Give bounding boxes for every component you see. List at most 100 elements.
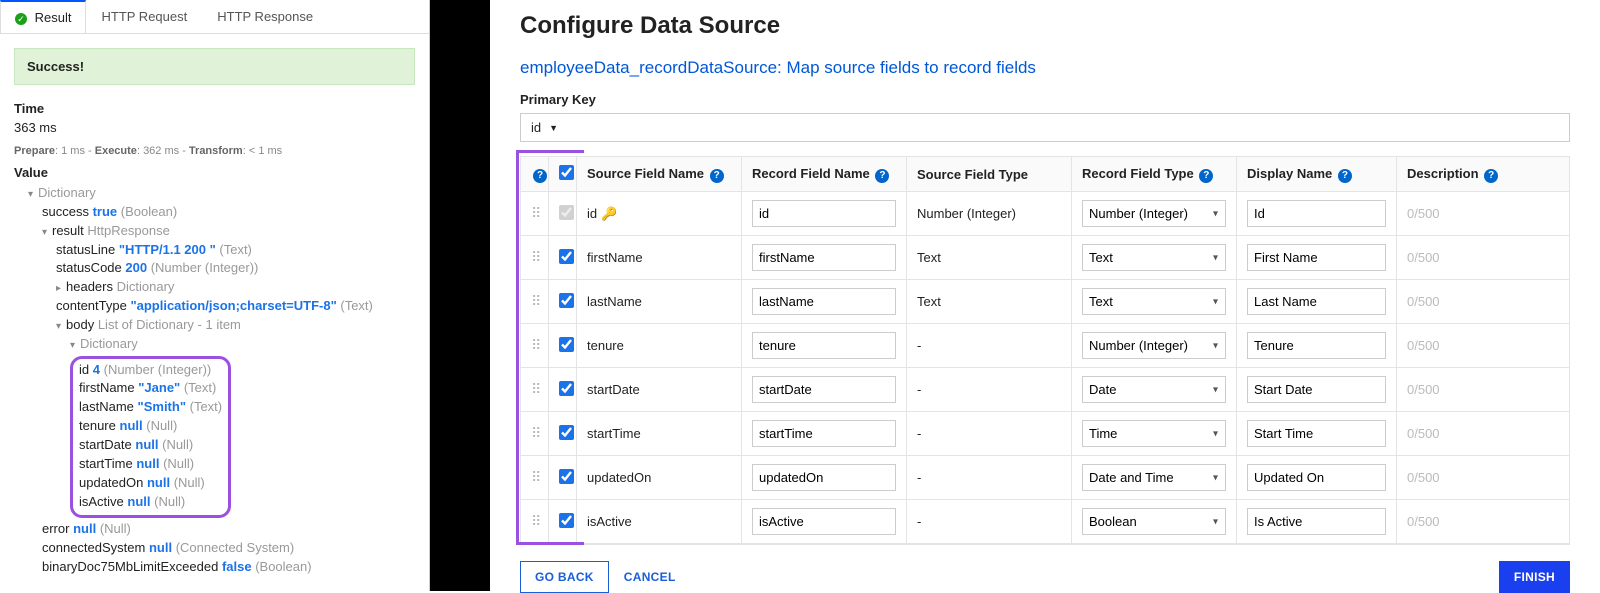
table-row: ⠿lastNameTextText0/500 — [521, 280, 1570, 324]
source-field-name: startDate — [577, 368, 742, 412]
description-hint: 0/500 — [1397, 368, 1570, 412]
display-name-input[interactable] — [1247, 244, 1386, 271]
source-field-type: - — [907, 324, 1072, 368]
description-hint: 0/500 — [1397, 192, 1570, 236]
record-field-type-select[interactable]: Number (Integer) — [1082, 200, 1226, 227]
table-row: ⠿startTime-Time0/500 — [521, 412, 1570, 456]
time-section: Time 363 ms Prepare: 1 ms - Execute: 362… — [0, 99, 429, 163]
primary-key-select[interactable]: id ▼ — [520, 113, 1570, 142]
caret-icon[interactable]: ▾ — [56, 320, 66, 335]
source-field-name: isActive — [577, 500, 742, 544]
display-name-input[interactable] — [1247, 200, 1386, 227]
row-checkbox[interactable] — [559, 293, 574, 308]
success-banner: Success! — [14, 48, 415, 85]
record-field-type-select[interactable]: Date and Time — [1082, 464, 1226, 491]
field-mapping-table: ? Source Field Name ? Record Field Name … — [520, 156, 1570, 544]
help-icon[interactable]: ? — [1199, 169, 1213, 183]
drag-handle-icon[interactable]: ⠿ — [531, 469, 539, 485]
table-row: ⠿ isActive -Boolean 0/500 — [521, 500, 1570, 544]
row-checkbox[interactable] — [559, 205, 574, 220]
display-name-input[interactable] — [1247, 508, 1386, 535]
primary-key-value: id — [531, 120, 541, 135]
help-icon[interactable]: ? — [710, 169, 724, 183]
row-checkbox[interactable] — [559, 337, 574, 352]
record-field-type-select[interactable]: Boolean — [1082, 508, 1226, 535]
caret-icon[interactable]: ▾ — [28, 188, 38, 203]
source-field-type: Text — [907, 236, 1072, 280]
record-field-type-select[interactable]: Number (Integer) — [1082, 332, 1226, 359]
row-checkbox[interactable] — [559, 425, 574, 440]
cancel-button[interactable]: CANCEL — [609, 561, 691, 593]
source-field-name: firstName — [577, 236, 742, 280]
row-checkbox[interactable] — [559, 381, 574, 396]
table-row: ⠿ firstName Text Text 0/500 — [521, 236, 1570, 280]
source-field-type: - — [907, 368, 1072, 412]
record-field-name-input[interactable] — [752, 332, 896, 359]
record-field-type-select[interactable]: Text — [1082, 288, 1226, 315]
record-field-name-input[interactable] — [752, 288, 896, 315]
panel-divider — [430, 0, 490, 591]
description-hint: 0/500 — [1397, 236, 1570, 280]
drag-handle-icon[interactable]: ⠿ — [531, 513, 539, 529]
result-tree: ▾Dictionary success true (Boolean) ▾resu… — [14, 184, 415, 587]
help-icon[interactable]: ? — [1338, 169, 1352, 183]
field-mapping-table-wrap: ? Source Field Name ? Record Field Name … — [520, 142, 1570, 544]
record-field-name-input[interactable] — [752, 376, 896, 403]
page-title: Configure Data Source — [520, 12, 1570, 40]
source-field-name: updatedOn — [577, 456, 742, 500]
drag-handle-icon[interactable]: ⠿ — [531, 249, 539, 265]
drag-handle-icon[interactable]: ⠿ — [531, 337, 539, 353]
description-hint: 0/500 — [1397, 324, 1570, 368]
drag-handle-icon[interactable]: ⠿ — [531, 425, 539, 441]
description-hint: 0/500 — [1397, 280, 1570, 324]
record-field-name-input[interactable] — [752, 200, 896, 227]
page-subtitle: employeeData_recordDataSource: Map sourc… — [520, 58, 1570, 78]
source-field-type: Number (Integer) — [907, 192, 1072, 236]
description-hint: 0/500 — [1397, 456, 1570, 500]
record-field-name-input[interactable] — [752, 464, 896, 491]
source-field-name: id🔑 — [577, 192, 742, 236]
record-field-name-input[interactable] — [752, 508, 896, 535]
source-field-type: - — [907, 500, 1072, 544]
source-field-type: Text — [907, 280, 1072, 324]
caret-icon[interactable]: ▸ — [56, 282, 66, 297]
footer-actions: GO BACK CANCEL FINISH — [520, 544, 1570, 593]
caret-icon[interactable]: ▾ — [70, 339, 80, 354]
field-highlight: id 4 (Number (Integer)) firstName "Jane"… — [70, 356, 231, 519]
chevron-down-icon: ▼ — [549, 123, 558, 133]
record-field-name-input[interactable] — [752, 244, 896, 271]
drag-handle-icon[interactable]: ⠿ — [531, 293, 539, 309]
drag-handle-icon[interactable]: ⠿ — [531, 205, 539, 221]
record-field-name-input[interactable] — [752, 420, 896, 447]
row-checkbox[interactable] — [559, 249, 574, 264]
select-all-checkbox[interactable] — [559, 165, 574, 180]
tab-http-request[interactable]: HTTP Request — [86, 0, 202, 33]
check-icon: ✓ — [15, 13, 27, 25]
display-name-input[interactable] — [1247, 332, 1386, 359]
row-checkbox[interactable] — [559, 469, 574, 484]
table-row: ⠿ id🔑 Number (Integer) Number (Integer) 0/50… — [521, 192, 1570, 236]
record-field-type-select[interactable]: Text — [1082, 244, 1226, 271]
display-name-input[interactable] — [1247, 288, 1386, 315]
description-hint: 0/500 — [1397, 500, 1570, 544]
time-value: 363 ms — [14, 120, 415, 135]
row-checkbox[interactable] — [559, 513, 574, 528]
help-icon[interactable]: ? — [875, 169, 889, 183]
display-name-input[interactable] — [1247, 376, 1386, 403]
source-field-type: - — [907, 412, 1072, 456]
drag-handle-icon[interactable]: ⠿ — [531, 381, 539, 397]
display-name-input[interactable] — [1247, 420, 1386, 447]
value-label: Value — [14, 165, 415, 180]
help-icon[interactable]: ? — [1484, 169, 1498, 183]
display-name-input[interactable] — [1247, 464, 1386, 491]
source-field-name: tenure — [577, 324, 742, 368]
record-field-type-select[interactable]: Date — [1082, 376, 1226, 403]
time-label: Time — [14, 101, 415, 116]
go-back-button[interactable]: GO BACK — [520, 561, 609, 593]
caret-icon[interactable]: ▾ — [42, 226, 52, 241]
help-icon[interactable]: ? — [533, 169, 547, 183]
tab-http-response[interactable]: HTTP Response — [202, 0, 328, 33]
finish-button[interactable]: FINISH — [1499, 561, 1570, 593]
record-field-type-select[interactable]: Time — [1082, 420, 1226, 447]
tab-result[interactable]: ✓ Result — [0, 0, 86, 33]
